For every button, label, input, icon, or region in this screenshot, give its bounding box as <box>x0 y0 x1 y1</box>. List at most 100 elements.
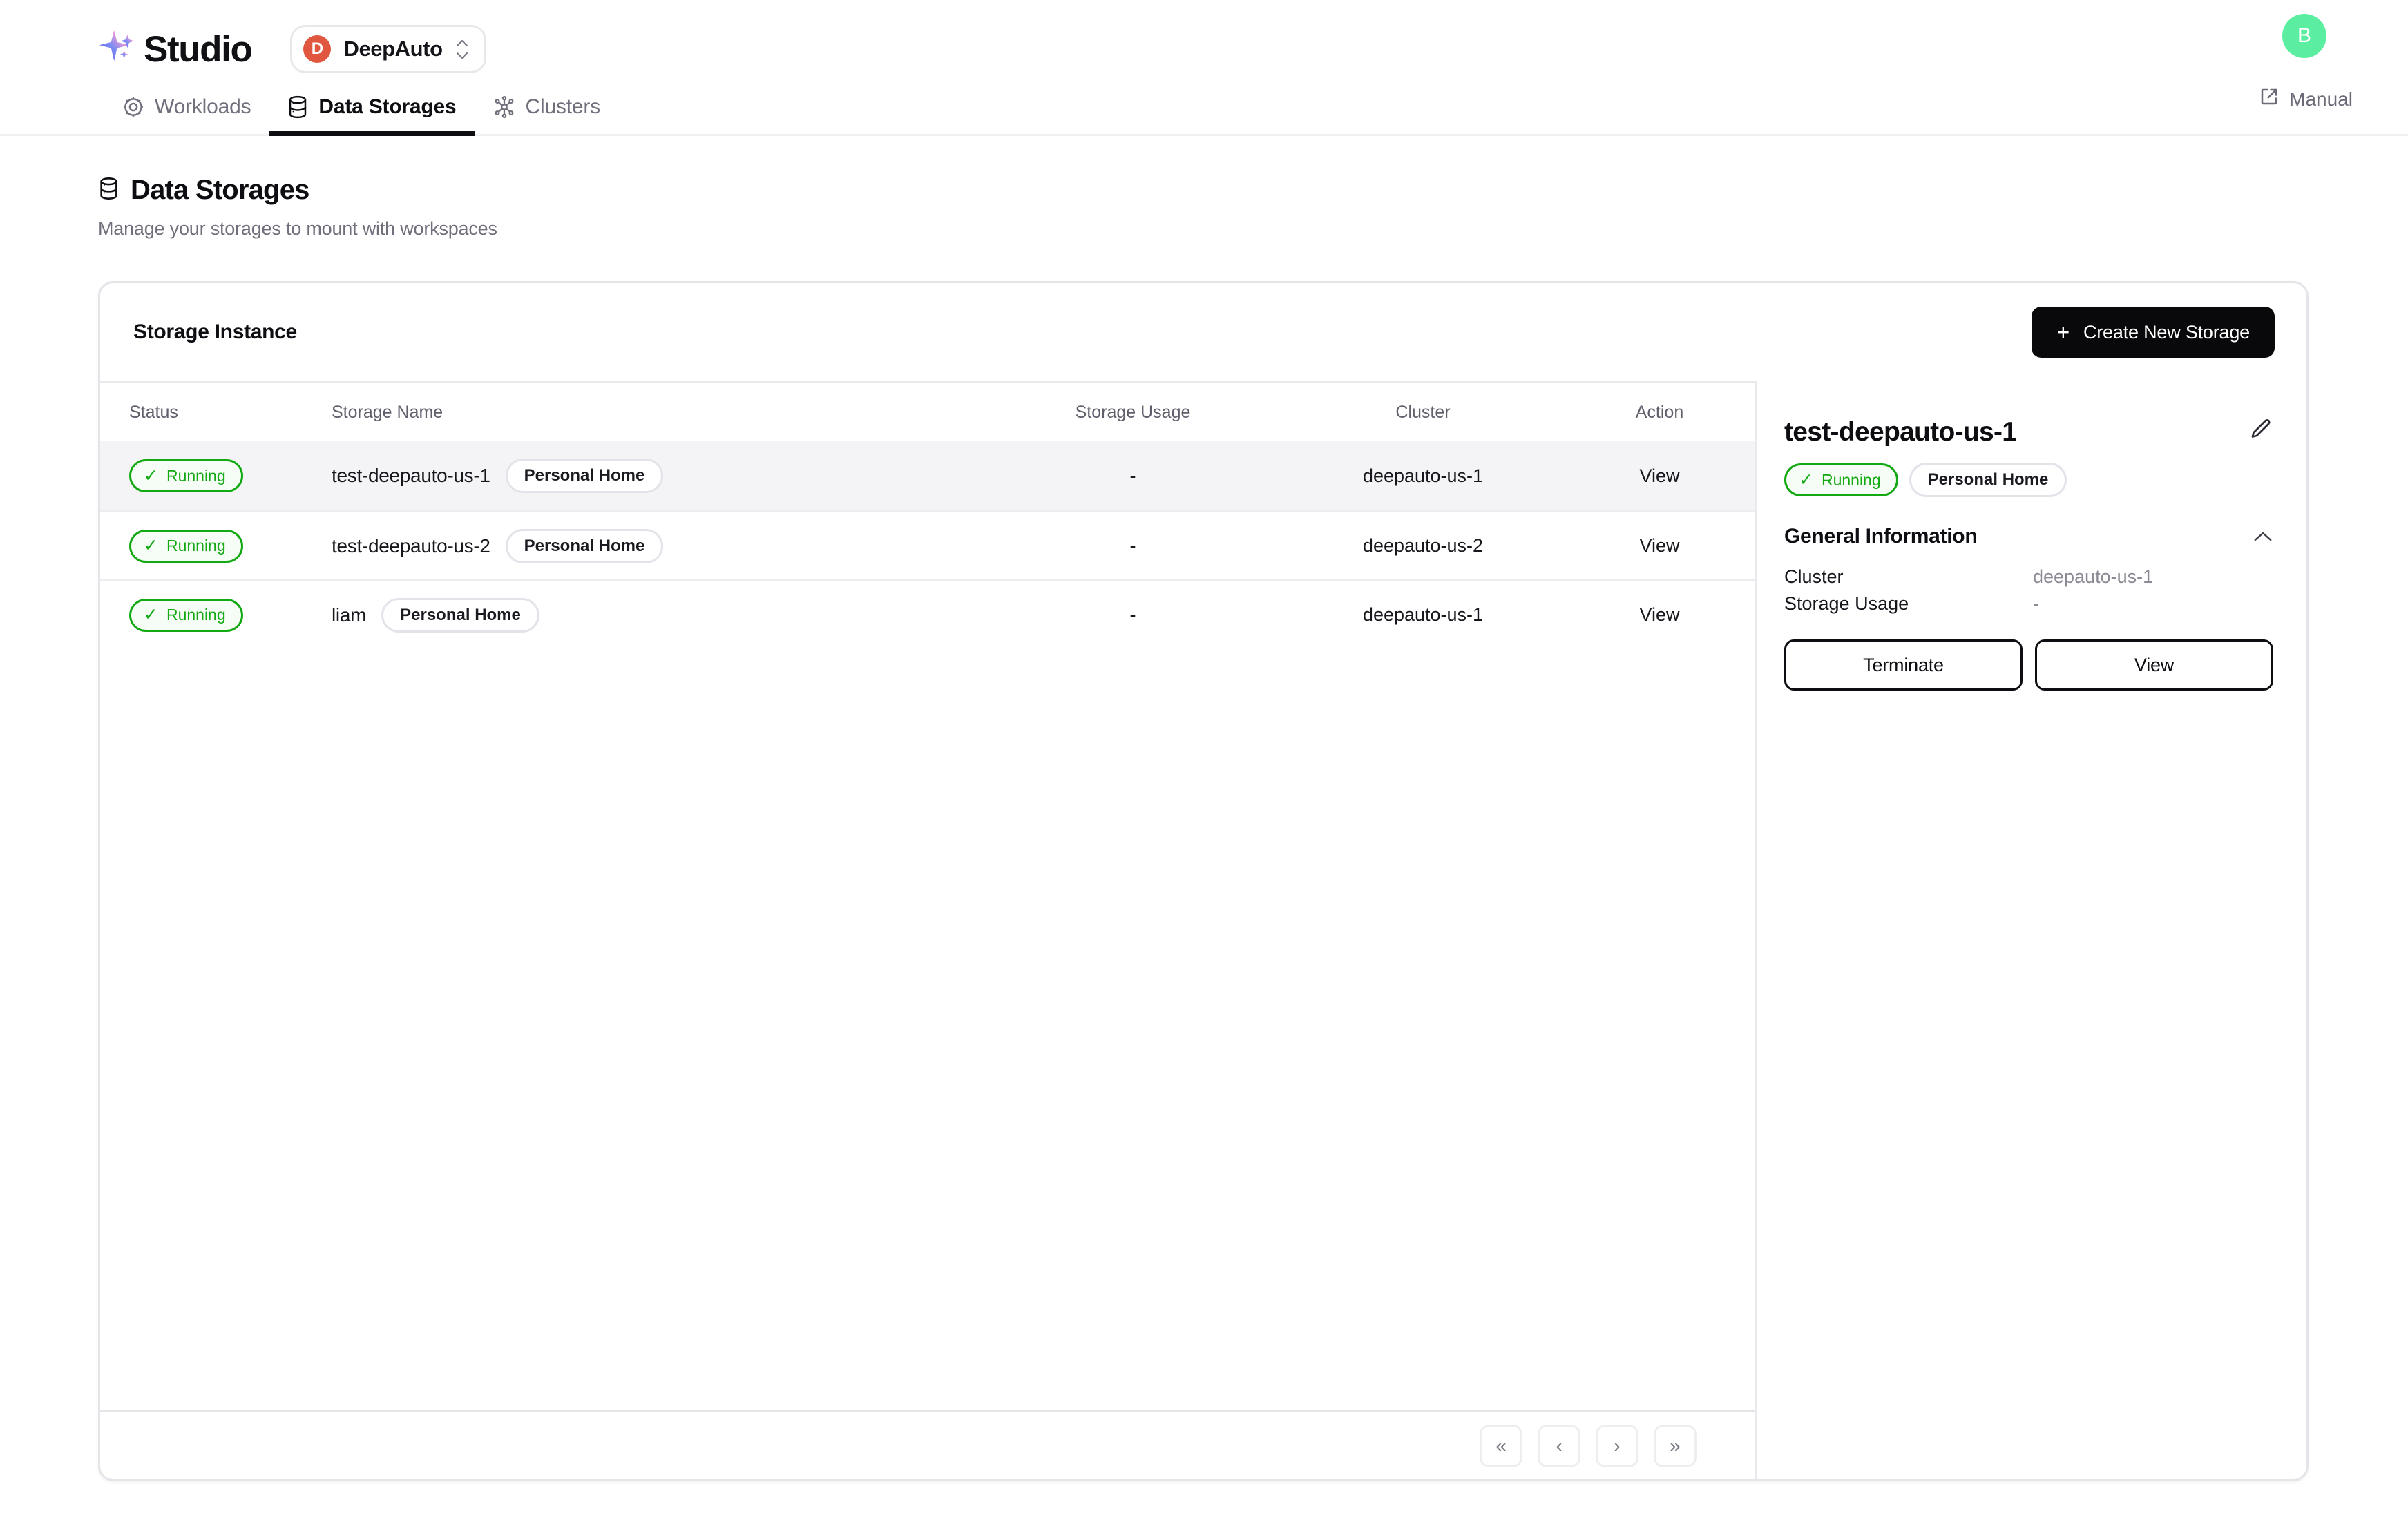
table-row[interactable]: ✓ Running liam Personal Home - deepauto-… <box>100 579 1755 648</box>
general-information-fields: Cluster deepauto-us-1 Storage Usage - <box>1784 563 2273 617</box>
chevron-up-down-icon <box>455 39 469 60</box>
general-information-section-header[interactable]: General Information <box>1784 525 2273 548</box>
status-badge: ✓ Running <box>129 529 243 563</box>
column-header-storage-name: Storage Name <box>332 402 443 422</box>
row-status-cell: ✓ Running <box>100 459 332 492</box>
row-cluster-cell: deepauto-us-1 <box>1362 604 1484 625</box>
row-status-cell: ✓ Running <box>100 598 332 632</box>
storage-name: liam <box>332 604 367 626</box>
table-row[interactable]: ✓ Running test-deepauto-us-1 Personal Ho… <box>100 441 1755 510</box>
plus-icon: + <box>2056 320 2070 345</box>
page-title-row: Data Storages <box>98 175 2408 206</box>
pagination-prev-button[interactable]: ‹ <box>1538 1424 1580 1467</box>
row-usage-cell: - <box>1129 535 1136 556</box>
check-icon: ✓ <box>1799 470 1813 490</box>
view-button[interactable]: View <box>2035 639 2273 691</box>
column-header-cluster: Cluster <box>1395 402 1451 422</box>
storage-name: test-deepauto-us-1 <box>332 465 490 486</box>
status-badge: ✓ Running <box>1784 463 1898 496</box>
detail-action-buttons: Terminate View <box>1784 639 2273 691</box>
section-title: General Information <box>1784 525 1978 548</box>
status-badge: ✓ Running <box>129 598 243 632</box>
header-top-row: Studio D DeepAuto <box>0 0 2408 83</box>
field-label: Storage Usage <box>1784 593 1909 614</box>
table-pagination: « ‹ › » <box>100 1410 1755 1479</box>
table-header-row: Status Storage Name Storage Usage Cluste… <box>100 383 1755 441</box>
storage-tag-badge: Personal Home <box>381 597 539 633</box>
table-body: ✓ Running test-deepauto-us-1 Personal Ho… <box>100 441 1755 1410</box>
tab-data-storages[interactable]: Data Storages <box>269 95 475 136</box>
app-header: Studio D DeepAuto B Manual Workloads Dat… <box>0 0 2408 136</box>
manual-link[interactable]: Manual <box>2259 86 2353 112</box>
external-link-icon <box>2259 86 2280 112</box>
org-avatar: D <box>303 35 332 63</box>
card-body: Status Storage Name Storage Usage Cluste… <box>100 381 2306 1479</box>
field-value: - <box>2033 593 2039 614</box>
avatar[interactable]: B <box>2282 14 2326 58</box>
row-usage-cell: - <box>1129 465 1136 486</box>
pagination-last-button[interactable]: » <box>1654 1424 1697 1467</box>
tab-workloads[interactable]: Workloads <box>104 95 269 134</box>
chevron-up-icon[interactable] <box>2253 530 2273 543</box>
storage-table: Status Storage Name Storage Usage Cluste… <box>100 381 1757 1479</box>
row-status-cell: ✓ Running <box>100 529 332 563</box>
detail-field-row: Cluster deepauto-us-1 <box>1784 563 2273 590</box>
status-badge-label: Running <box>1821 470 1881 489</box>
pagination-first-button[interactable]: « <box>1480 1424 1522 1467</box>
storage-detail-panel: test-deepauto-us-1 ✓ Running Personal Ho… <box>1757 381 2306 1479</box>
check-icon: ✓ <box>144 605 158 624</box>
row-cluster-cell: deepauto-us-1 <box>1362 465 1484 486</box>
row-name-cell: liam Personal Home <box>332 597 984 633</box>
check-icon: ✓ <box>144 536 158 555</box>
field-label: Cluster <box>1784 566 1844 587</box>
storage-name: test-deepauto-us-2 <box>332 534 490 557</box>
row-action-cell: View <box>1565 465 1755 487</box>
page-subtitle: Manage your storages to mount with works… <box>98 218 497 239</box>
database-icon <box>287 95 309 119</box>
tab-clusters[interactable]: Clusters <box>475 95 618 134</box>
brand[interactable]: Studio <box>97 28 253 70</box>
sparkle-icon <box>97 28 140 70</box>
card-title: Storage Instance <box>133 320 297 343</box>
storage-tag-badge: Personal Home <box>505 528 664 563</box>
row-action-cell: View <box>1565 604 1755 626</box>
org-name: DeepAuto <box>343 37 443 61</box>
detail-field-row: Storage Usage - <box>1784 590 2273 617</box>
column-header-status: Status <box>129 402 178 422</box>
storage-instance-card: Storage Instance + Create New Storage St… <box>98 281 2309 1481</box>
column-header-storage-usage: Storage Usage <box>1075 402 1191 422</box>
tab-label: Workloads <box>155 95 251 118</box>
page-title: Data Storages <box>131 175 309 205</box>
status-badge-label: Running <box>166 466 226 485</box>
storage-tag-badge: Personal Home <box>505 459 664 493</box>
tab-label: Data Storages <box>318 95 457 118</box>
org-switcher[interactable]: D DeepAuto <box>290 25 486 73</box>
detail-header: test-deepauto-us-1 <box>1784 417 2273 447</box>
brand-name: Studio <box>144 28 253 70</box>
tab-label: Clusters <box>525 95 601 118</box>
database-icon <box>98 177 120 204</box>
view-link[interactable]: View <box>1639 465 1679 486</box>
pagination-next-button[interactable]: › <box>1596 1424 1638 1467</box>
header-user-area: B <box>2282 14 2326 58</box>
table-row[interactable]: ✓ Running test-deepauto-us-2 Personal Ho… <box>100 510 1755 579</box>
view-link[interactable]: View <box>1639 535 1679 556</box>
pencil-icon[interactable] <box>2248 417 2273 442</box>
page-content: Data Storages Manage your storages to mo… <box>0 136 2408 1481</box>
status-badge-label: Running <box>166 537 226 555</box>
detail-title: test-deepauto-us-1 <box>1784 417 2017 447</box>
status-badge-label: Running <box>166 606 226 624</box>
row-name-cell: test-deepauto-us-1 Personal Home <box>332 459 984 493</box>
terminate-button[interactable]: Terminate <box>1784 639 2023 691</box>
view-link[interactable]: View <box>1639 604 1679 625</box>
create-button-label: Create New Storage <box>2083 321 2250 343</box>
status-badge: ✓ Running <box>129 459 243 492</box>
create-new-storage-button[interactable]: + Create New Storage <box>2032 307 2275 358</box>
storage-tag-badge: Personal Home <box>1909 463 2067 497</box>
row-name-cell: test-deepauto-us-2 Personal Home <box>332 528 984 563</box>
detail-badges: ✓ Running Personal Home <box>1784 463 2273 497</box>
row-usage-cell: - <box>1129 604 1136 625</box>
row-cluster-cell: deepauto-us-2 <box>1362 535 1484 556</box>
manual-label: Manual <box>2289 88 2353 110</box>
primary-tabs: Workloads Data Storages Clusters <box>104 95 618 136</box>
